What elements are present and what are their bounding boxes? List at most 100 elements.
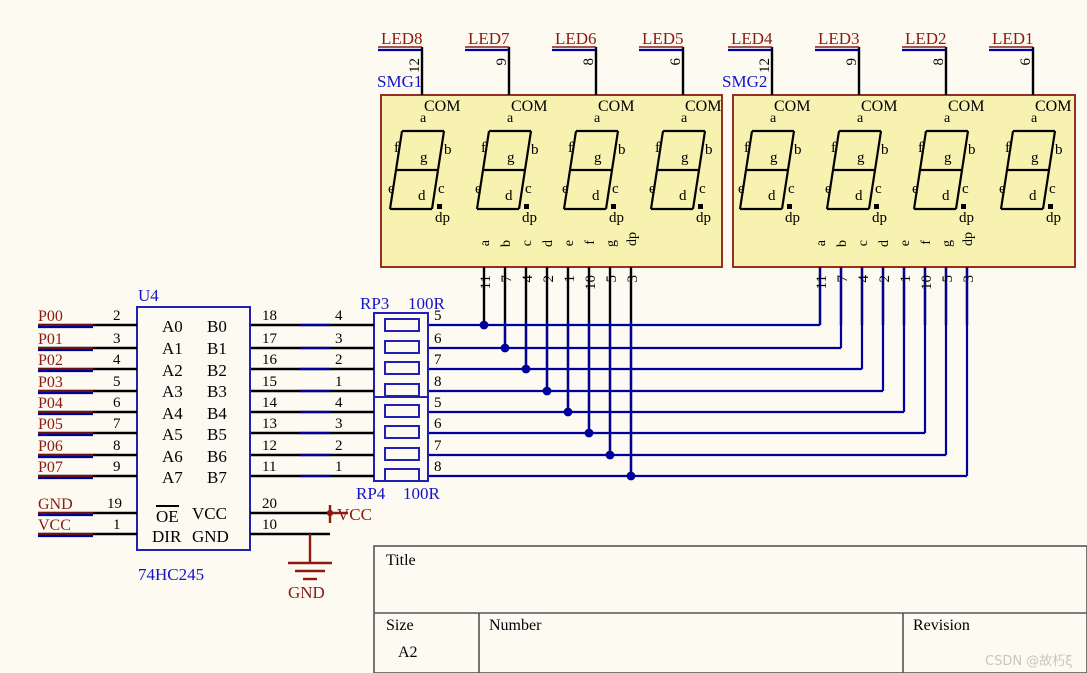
smg2-digit1-seg-b: b xyxy=(794,142,802,158)
smg1-pin-e: 1 xyxy=(562,275,578,283)
smg1-digit4-seg-dp: dp xyxy=(696,210,711,226)
smg2-pin-c: 4 xyxy=(856,275,872,283)
smg1-digit3-seg-a: a xyxy=(594,111,601,126)
smg2-com-label-3: COM xyxy=(948,98,985,115)
rp3-right-pin-7: 7 xyxy=(434,352,442,368)
title-label: Title xyxy=(386,552,416,569)
ic-pin-20: 20 xyxy=(262,496,277,512)
smg1-pin-d: 2 xyxy=(541,275,557,283)
smg2-digit1-seg-f: f xyxy=(744,140,749,156)
net-vcc: VCC xyxy=(38,517,71,534)
resistor-network-rp4 xyxy=(373,396,429,482)
net-p05: P05 xyxy=(38,416,63,433)
ic-port-a4: A4 xyxy=(162,404,183,423)
smg2-digit2-seg-f: f xyxy=(831,140,836,156)
smg1-com-pin-2: 9 xyxy=(494,58,510,66)
smg1-pin-a: 11 xyxy=(478,275,494,290)
designator-smg2: SMG2 xyxy=(722,72,768,91)
smg1-digit2-seg-g: g xyxy=(507,150,515,166)
smg1-seg-f: f xyxy=(583,240,598,245)
ic-port-a5: A5 xyxy=(162,425,183,444)
ic-pin-13: 13 xyxy=(262,416,277,432)
smg2-pin-dp: 3 xyxy=(961,275,977,283)
smg2-digit3-seg-g: g xyxy=(944,150,952,166)
ic-pin-19: 19 xyxy=(107,496,122,512)
smg2-pin-f: 10 xyxy=(919,275,935,290)
smg1-digit4-seg-a: a xyxy=(681,111,688,126)
smg1-com-pin-4: 6 xyxy=(668,58,684,66)
smg1-seg-dp: dp xyxy=(625,232,640,246)
net-p03: P03 xyxy=(38,374,63,391)
net-p01: P01 xyxy=(38,331,63,348)
smg2-pin-e: 1 xyxy=(898,275,914,283)
title-block-frame xyxy=(373,545,1087,673)
revision-label: Revision xyxy=(913,617,970,634)
designator-rp4: RP4 xyxy=(356,484,386,503)
smg1-digit3-seg-b: b xyxy=(618,142,626,158)
net-label-led1: LED1 xyxy=(992,29,1034,48)
smg1-digit1-seg-b: b xyxy=(444,142,452,158)
smg2-pin-b: 7 xyxy=(835,275,851,283)
ic-port-a0: A0 xyxy=(162,317,183,336)
smg1-pin-f: 10 xyxy=(583,275,599,290)
smg1-digit2-seg-d: d xyxy=(505,188,513,204)
ic-pin-14: 14 xyxy=(262,395,277,411)
smg2-digit1-seg-e: e xyxy=(738,181,745,197)
smg2-digit1-seg-g: g xyxy=(770,150,778,166)
smg1-com-pins xyxy=(378,46,685,95)
smg1-pin-b: 7 xyxy=(499,275,515,283)
net-label-led7: LED7 xyxy=(468,29,510,48)
smg1-seg-a: a xyxy=(478,240,493,247)
smg1-digit3-seg-e: e xyxy=(562,181,569,197)
smg2-digit4-seg-dp: dp xyxy=(1046,210,1061,226)
ic-pin-1: 1 xyxy=(113,517,121,533)
net-label-led8: LED8 xyxy=(381,29,423,48)
smg1-seg-d: d xyxy=(541,240,556,247)
smg2-digit2-seg-g: g xyxy=(857,150,865,166)
ic-pin-16: 16 xyxy=(262,352,277,368)
smg2-digit2-seg-d: d xyxy=(855,188,863,204)
rp3-left-pin-2: 2 xyxy=(335,352,343,368)
smg2-seg-e: e xyxy=(898,240,913,247)
smg2-digit4-seg-d: d xyxy=(1029,188,1037,204)
smg1-digit1-seg-d: d xyxy=(418,188,426,204)
ic-port-a7: A7 xyxy=(162,468,183,487)
smg1-com-pin-1: 12 xyxy=(407,58,423,73)
value-rp4: 100R xyxy=(403,484,440,503)
net-label-led3: LED3 xyxy=(818,29,860,48)
net-p06: P06 xyxy=(38,438,63,455)
ic-port-dir: DIR xyxy=(152,527,182,546)
smg2-com-pin-2: 9 xyxy=(844,58,860,66)
net-label-led4: LED4 xyxy=(731,29,773,48)
ic-pin-5: 5 xyxy=(113,374,121,390)
net-p04: P04 xyxy=(38,395,63,412)
smg2-digit2-seg-b: b xyxy=(881,142,889,158)
resistor-network-rp3 xyxy=(373,312,429,398)
ic-port-b6: B6 xyxy=(207,447,227,466)
smg1-com-label-1: COM xyxy=(424,98,461,115)
ic-port-b2: B2 xyxy=(207,361,227,380)
smg1-digit2-seg-dp: dp xyxy=(522,210,537,226)
smg1-com-pin-3: 8 xyxy=(581,58,597,66)
smg1-digit3-seg-g: g xyxy=(594,150,602,166)
rp4-left-pin-3: 3 xyxy=(335,416,343,432)
ic-part-number: 74HC245 xyxy=(138,565,205,584)
smg1-digit2-seg-e: e xyxy=(475,181,482,197)
rp4-right-pin-5: 5 xyxy=(434,395,442,411)
ic-pin-12: 12 xyxy=(262,438,277,454)
net-label-led2: LED2 xyxy=(905,29,947,48)
ic-port-b0: B0 xyxy=(207,317,227,336)
smg2-seg-f: f xyxy=(919,240,934,245)
smg2-digit4-seg-g: g xyxy=(1031,150,1039,166)
rp4-left-pin-2: 2 xyxy=(335,438,343,454)
smg1-seg-b: b xyxy=(499,240,514,247)
smg2-com-label-4: COM xyxy=(1035,98,1072,115)
smg2-seg-d: d xyxy=(877,240,892,247)
ic-port-a2: A2 xyxy=(162,361,183,380)
ic-pin-2: 2 xyxy=(113,308,121,324)
smg1-com-label-3: COM xyxy=(598,98,635,115)
smg2-digit1-seg-d: d xyxy=(768,188,776,204)
smg1-digit1-seg-g: g xyxy=(420,150,428,166)
smg2-com-pin-3: 8 xyxy=(931,58,947,66)
rp3-right-pin-6: 6 xyxy=(434,331,442,347)
